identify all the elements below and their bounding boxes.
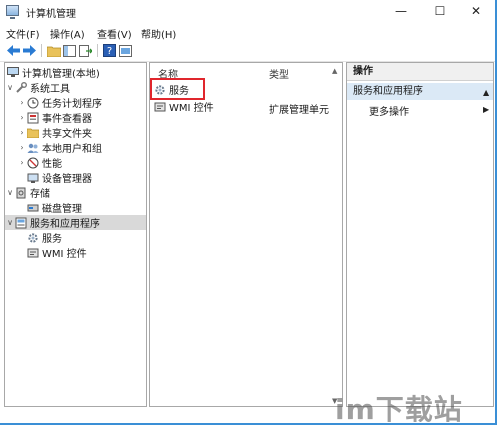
gear-icon: [27, 232, 39, 244]
tree-item-label: 共享文件夹: [42, 129, 92, 140]
wmi-control-icon: [154, 101, 166, 113]
tree-item-wmi-control[interactable]: WMI 控件: [17, 245, 87, 260]
list-row-name: WMI 控件: [169, 103, 214, 114]
content-list: 名称 类型 ▲ ▼ 服务 WMI 控件 扩展管理单元: [149, 62, 343, 407]
collapse-icon[interactable]: ∨: [5, 188, 15, 197]
shared-folder-icon: [27, 127, 39, 139]
tree-item-label: 性能: [42, 159, 62, 170]
tree-item-services-and-applications[interactable]: ∨ 服务和应用程序: [5, 215, 146, 230]
collapse-icon[interactable]: ∨: [5, 218, 15, 227]
actions-group-services-and-applications[interactable]: 服务和应用程序: [347, 83, 493, 100]
tree-item-storage[interactable]: ∨ 存储: [5, 185, 50, 200]
tree-root-label: 计算机管理(本地): [22, 69, 100, 80]
scroll-up-icon[interactable]: ▲: [332, 67, 340, 75]
actions-header: 操作: [347, 63, 493, 81]
submenu-arrow-icon[interactable]: ▶: [483, 105, 489, 114]
storage-icon: [15, 187, 27, 199]
users-icon: [27, 142, 39, 154]
watermark: im下载站: [335, 393, 463, 422]
toolbar-separator: [41, 44, 42, 57]
event-viewer-icon: [27, 112, 39, 124]
console-icon[interactable]: [118, 43, 133, 58]
expand-icon[interactable]: ›: [17, 128, 27, 137]
help-icon[interactable]: ?: [102, 43, 117, 58]
tree-item-label: 服务和应用程序: [30, 219, 100, 230]
tree-item-system-tools[interactable]: ∨ 系统工具: [5, 80, 70, 95]
highlight-box: [150, 78, 205, 100]
svg-text:?: ?: [107, 46, 112, 57]
tools-icon: [15, 81, 27, 94]
navigation-tree: 计算机管理(本地) ∨ 系统工具 › 任务计划程序 › 事件查看器 › 共享文件…: [4, 62, 147, 407]
title-bar: 计算机管理 — ☐ ✕: [0, 0, 495, 24]
device-manager-icon: [27, 172, 39, 184]
column-header-type[interactable]: 类型: [269, 66, 289, 81]
tree-item-event-viewer[interactable]: › 事件查看器: [17, 110, 92, 125]
tree-item-local-users-groups[interactable]: › 本地用户和组: [17, 140, 102, 155]
tree-item-task-scheduler[interactable]: › 任务计划程序: [17, 95, 102, 110]
tree-item-performance[interactable]: › 性能: [17, 155, 62, 170]
menu-bar: 文件(F) 操作(A) 查看(V) 帮助(H): [0, 24, 495, 41]
performance-icon: [27, 157, 39, 169]
more-actions-link[interactable]: 更多操作: [369, 103, 409, 118]
close-button[interactable]: ✕: [460, 0, 492, 22]
tree-item-label: 设备管理器: [42, 174, 92, 185]
tree-item-services[interactable]: 服务: [17, 230, 62, 245]
tree-item-disk-management[interactable]: 磁盘管理: [17, 200, 82, 215]
tree-item-label: 系统工具: [30, 84, 70, 95]
tree-item-label: 磁盘管理: [42, 204, 82, 215]
back-arrow-icon[interactable]: [6, 43, 21, 58]
wmi-control-icon: [27, 247, 39, 259]
export-list-icon[interactable]: [78, 43, 93, 58]
list-row-wmi-control[interactable]: WMI 控件: [154, 99, 214, 114]
clock-icon: [27, 97, 39, 109]
tree-item-device-manager[interactable]: 设备管理器: [17, 170, 92, 185]
services-applications-icon: [15, 217, 27, 229]
expand-icon[interactable]: ›: [17, 113, 27, 122]
menu-view[interactable]: 查看(V): [97, 26, 132, 41]
computer-management-icon: [6, 5, 19, 19]
tree-item-label: 事件查看器: [42, 114, 92, 125]
maximize-button[interactable]: ☐: [424, 0, 456, 22]
tree-item-label: 存储: [30, 189, 50, 200]
tree-item-label: 服务: [42, 234, 62, 245]
tree-item-label: 本地用户和组: [42, 144, 102, 155]
disk-management-icon: [27, 202, 39, 214]
menu-help[interactable]: 帮助(H): [141, 26, 176, 41]
computer-management-window: 计算机管理 — ☐ ✕ 文件(F) 操作(A) 查看(V) 帮助(H) ? 计算…: [0, 0, 497, 425]
computer-management-icon: [7, 67, 19, 79]
expand-icon[interactable]: ›: [17, 98, 27, 107]
expand-icon[interactable]: ›: [17, 143, 27, 152]
actions-pane: 操作 服务和应用程序 ▲ 更多操作 ▶: [346, 62, 494, 407]
minimize-button[interactable]: —: [385, 0, 417, 22]
tree-item-label: WMI 控件: [42, 249, 87, 260]
forward-arrow-icon[interactable]: [22, 43, 37, 58]
tree-item-shared-folders[interactable]: › 共享文件夹: [17, 125, 92, 140]
toolbar-separator: [97, 44, 98, 57]
window-title: 计算机管理: [26, 9, 76, 20]
actions-group-label: 服务和应用程序: [353, 86, 423, 97]
toolbar: ?: [0, 41, 495, 62]
show-tree-icon[interactable]: [62, 43, 77, 58]
collapse-group-icon[interactable]: ▲: [483, 88, 489, 97]
menu-action[interactable]: 操作(A): [50, 26, 85, 41]
menu-file[interactable]: 文件(F): [6, 26, 40, 41]
expand-icon[interactable]: ›: [17, 158, 27, 167]
folder-up-icon[interactable]: [46, 43, 61, 58]
list-row-type: 扩展管理单元: [269, 105, 329, 116]
tree-root[interactable]: 计算机管理(本地): [7, 65, 100, 80]
collapse-icon[interactable]: ∨: [5, 83, 15, 92]
tree-item-label: 任务计划程序: [42, 99, 102, 110]
